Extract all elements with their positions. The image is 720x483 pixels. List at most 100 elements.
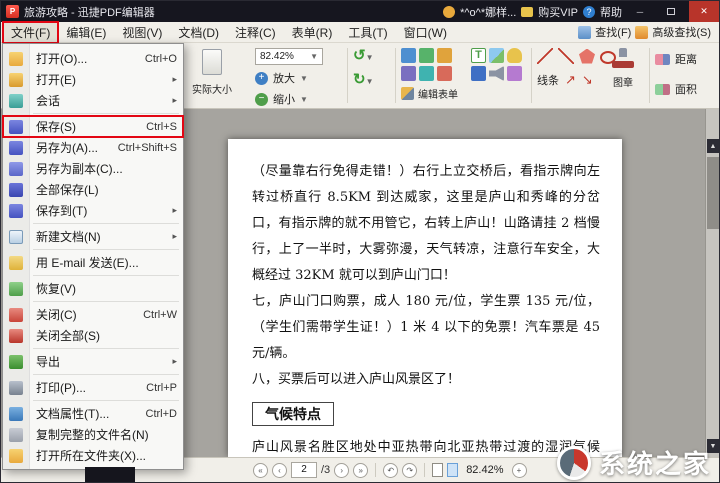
help-button[interactable]: 帮助 [600, 4, 622, 20]
page-number-input[interactable]: 2 [291, 462, 317, 478]
menu-item-open-recent[interactable]: 打开(E) ▸ [3, 69, 183, 90]
menu-shortcut: Ctrl+D [146, 408, 177, 420]
form-list-icon[interactable] [437, 48, 452, 63]
layout-continuous-button[interactable] [447, 463, 458, 477]
minimize-button[interactable]: ─ [627, 1, 653, 22]
form-field-icon[interactable] [401, 48, 416, 63]
form-button-icon[interactable] [419, 66, 434, 81]
history-forward-button[interactable]: ↷ [402, 463, 417, 478]
advanced-find-button[interactable]: 高级查找(S) [652, 24, 711, 40]
copy-filename-icon [9, 428, 23, 442]
pentagon-tool-icon[interactable] [579, 49, 595, 64]
zoom-in-label: 放大 [273, 70, 295, 86]
stamp-button[interactable]: 图章 [601, 48, 645, 89]
form-checkbox-icon[interactable] [419, 48, 434, 63]
save-as-icon [9, 141, 23, 155]
history-back-button[interactable]: ↶ [383, 463, 398, 478]
menu-form[interactable]: 表单(R) [284, 22, 341, 43]
edit-form-label: 编辑表单 [418, 86, 458, 101]
user-name[interactable]: *^o^*娜样... [460, 4, 516, 20]
first-page-button[interactable]: « [253, 463, 268, 478]
menu-item-session[interactable]: 会话 ▸ [3, 90, 183, 111]
arrow-tool-icon[interactable]: ↗ [565, 73, 576, 87]
vertical-scrollbar[interactable]: ▲ ▼ [705, 109, 719, 457]
menu-item-copy-filename[interactable]: 复制完整的文件名(N) [3, 424, 183, 445]
area-tool-button[interactable]: 面积 [655, 81, 717, 97]
stamp-icon [612, 48, 634, 68]
form-combo-icon[interactable] [401, 66, 416, 81]
distance-tool-button[interactable]: 距离 [655, 51, 717, 67]
scroll-up-button[interactable]: ▲ [707, 139, 719, 153]
zoom-out-label: 缩小 [273, 91, 295, 107]
menu-item-open-containing-folder[interactable]: 打开所在文件夹(X)... [3, 445, 183, 466]
menu-file[interactable]: 文件(F) [3, 22, 58, 43]
doc-paragraph: （尽量靠右行免得走错！）右行上立交桥后，看指示牌向左转过桥直行 8.5KM 到达… [252, 159, 600, 289]
find-button[interactable]: 查找(F) [595, 24, 631, 40]
layout-single-page-button[interactable] [432, 463, 443, 477]
link-tool-icon[interactable] [507, 66, 522, 81]
close-all-icon [9, 329, 23, 343]
menu-item-close[interactable]: 关闭(C) Ctrl+W [3, 304, 183, 325]
find-icon [578, 26, 591, 39]
zoom-in-button[interactable]: + 放大 ▼ [255, 70, 341, 86]
video-tool-icon[interactable] [471, 66, 486, 81]
menu-item-document-properties[interactable]: 文档属性(T)... Ctrl+D [3, 403, 183, 424]
menu-item-save-as[interactable]: 另存为(A)... Ctrl+Shift+S [3, 137, 183, 158]
menu-item-export[interactable]: 导出 ▸ [3, 351, 183, 372]
maximize-icon [667, 8, 675, 15]
menu-item-label: 会话 [36, 92, 168, 109]
form-signature-icon[interactable] [437, 66, 452, 81]
actual-size-button[interactable]: 实际大小 [189, 48, 235, 96]
zoom-out-button[interactable]: − 缩小 ▼ [255, 91, 341, 107]
scrollbar-thumb[interactable] [707, 157, 719, 229]
buy-vip-button[interactable]: 购买VIP [538, 4, 578, 20]
image-tool-icon[interactable] [489, 48, 504, 63]
polyline-tool-icon[interactable] [558, 48, 574, 64]
maximize-button[interactable] [658, 1, 684, 22]
menu-view[interactable]: 视图(V) [114, 22, 170, 43]
menu-window[interactable]: 窗口(W) [396, 22, 455, 43]
menu-item-open[interactable]: 打开(O)... Ctrl+O [3, 48, 183, 69]
doc-paragraph: 七，庐山门口购票，成人 180 元/位，学生票 135 元/位，（学生们需带学生… [252, 289, 600, 367]
zoom-select[interactable]: 82.42% ▼ [255, 48, 323, 65]
menu-item-save-all[interactable]: 全部保存(L) [3, 179, 183, 200]
menu-edit[interactable]: 编辑(E) [58, 22, 114, 43]
media-tools-group: T [471, 48, 529, 81]
edit-form-button[interactable]: 编辑表单 [401, 86, 493, 101]
text-tool-icon[interactable]: T [471, 48, 486, 63]
attachment-tool-icon[interactable] [507, 48, 522, 63]
toolbar-separator [531, 48, 532, 103]
close-button[interactable]: ✕ [689, 1, 719, 22]
menu-item-revert[interactable]: 恢复(V) [3, 278, 183, 299]
menu-item-print[interactable]: 打印(P)... Ctrl+P [3, 377, 183, 398]
lines-label[interactable]: 线条 [537, 72, 559, 88]
line-tool-icon[interactable] [537, 48, 553, 64]
open-folder-icon [9, 73, 23, 87]
arrow2-tool-icon[interactable]: ↘ [582, 73, 593, 87]
advanced-find-icon [635, 26, 648, 39]
stamp-label: 图章 [601, 74, 645, 89]
taskbar-fragment [85, 467, 135, 482]
menu-document[interactable]: 文档(D) [170, 22, 227, 43]
menu-item-label: 另存为(A)... [36, 139, 118, 156]
menu-item-label: 用 E-mail 发送(E)... [36, 254, 177, 271]
menu-item-email[interactable]: 用 E-mail 发送(E)... [3, 252, 183, 273]
menu-item-new-document[interactable]: 新建文档(N) ▸ [3, 226, 183, 247]
file-menu-dropdown: 打开(O)... Ctrl+O 打开(E) ▸ 会话 ▸ 保存(S) Ctrl+… [2, 43, 184, 470]
rotate-left-button[interactable]: ↺▼ [353, 48, 391, 64]
export-icon [9, 355, 23, 369]
audio-tool-icon[interactable] [489, 66, 504, 81]
last-page-button[interactable]: » [353, 463, 368, 478]
next-page-button[interactable]: › [334, 463, 349, 478]
menu-item-save-copy[interactable]: 另存为副本(C)... [3, 158, 183, 179]
rotate-right-button[interactable]: ↻▼ [353, 72, 391, 88]
menu-item-label: 复制完整的文件名(N) [36, 426, 177, 443]
menu-item-close-all[interactable]: 关闭全部(S) [3, 325, 183, 346]
menu-tools[interactable]: 工具(T) [340, 22, 395, 43]
menu-item-save-to[interactable]: 保存到(T) ▸ [3, 200, 183, 221]
menu-item-save[interactable]: 保存(S) Ctrl+S [3, 116, 183, 137]
toolbar-separator [649, 48, 650, 103]
menu-comment[interactable]: 注释(C) [227, 22, 284, 43]
status-zoom-in-button[interactable]: + [512, 463, 527, 478]
prev-page-button[interactable]: ‹ [272, 463, 287, 478]
